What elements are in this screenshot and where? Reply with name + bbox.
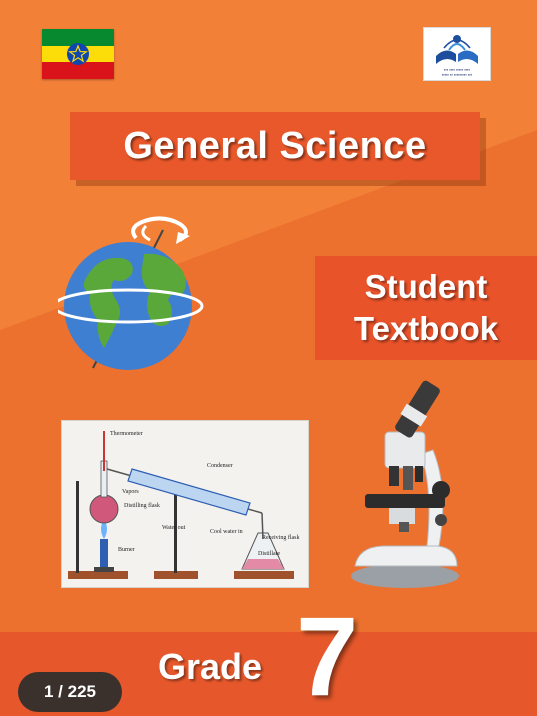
distillation-apparatus-illustration: Thermometer Condenser Vapors Distilling … — [61, 420, 309, 588]
book-emblem-icon — [436, 35, 478, 64]
label-distillate: Distillate — [258, 551, 280, 557]
subtitle-banner: Student Textbook — [315, 256, 537, 360]
label-condenser: Condenser — [207, 463, 233, 469]
subtitle-line-1: Student — [364, 268, 488, 305]
subtitle-line-2: Textbook — [353, 310, 499, 347]
label-distilling-flask: Distilling flask — [124, 502, 160, 509]
label-receiving-flask: Receiving flask — [262, 534, 300, 541]
grade-number: 7 — [296, 594, 359, 716]
rotating-globe-icon — [58, 216, 204, 370]
title-banner: General Science — [70, 112, 480, 180]
ministry-of-education-logo: ▪▪▪ ▪▪▪▪ ▪▪▪▪▪ ▪▪▪▪ ▪▪▪▪▪ ▪▪ ▪▪▪▪▪▪▪▪▪ ▪▪… — [423, 27, 491, 81]
book-title: General Science — [123, 124, 427, 167]
page-indicator[interactable]: 1 / 225 — [18, 672, 122, 712]
label-burner: Burner — [118, 547, 135, 553]
label-cool-water-in: Cool water in — [210, 529, 243, 535]
label-thermometer: Thermometer — [110, 431, 143, 437]
label-vapors: Vapors — [122, 489, 139, 495]
grade-label: Grade — [158, 646, 263, 687]
page-indicator-text: 1 / 225 — [44, 682, 96, 701]
logo-caption: ▪▪▪ ▪▪▪▪ ▪▪▪▪▪ ▪▪▪▪ ▪▪▪▪▪ ▪▪ ▪▪▪▪▪▪▪▪▪ ▪▪… — [441, 67, 473, 77]
label-water-out: Water out — [162, 525, 186, 531]
microscope-icon — [351, 380, 459, 588]
ethiopian-flag-icon — [42, 29, 114, 79]
textbook-cover: ▪▪▪ ▪▪▪▪ ▪▪▪▪▪ ▪▪▪▪ ▪▪▪▪▪ ▪▪ ▪▪▪▪▪▪▪▪▪ ▪▪… — [0, 0, 537, 716]
